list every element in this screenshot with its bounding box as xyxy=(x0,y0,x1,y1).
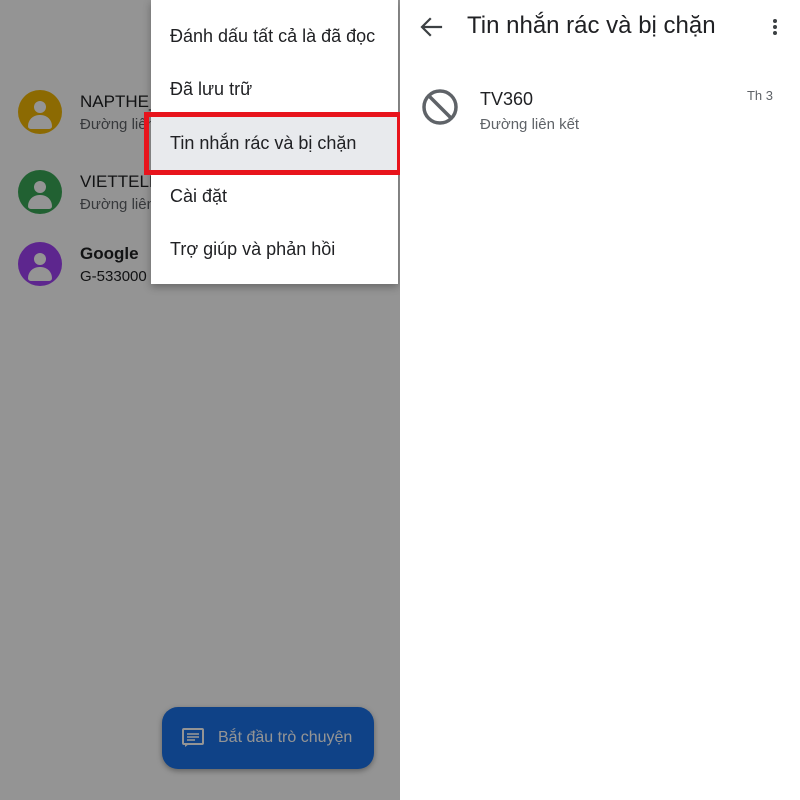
menu-item-label: Đánh dấu tất cả là đã đọc xyxy=(170,26,376,46)
menu-item-archived[interactable]: Đã lưu trữ xyxy=(151,63,398,116)
more-vert-icon[interactable] xyxy=(764,12,786,42)
menu-item-label: Trợ giúp và phản hồi xyxy=(170,239,336,259)
conversation-name: TV360 xyxy=(480,89,534,109)
menu-item-label: Đã lưu trữ xyxy=(170,79,253,99)
menu-item-label: Cài đặt xyxy=(170,186,228,206)
menu-item-help-feedback[interactable]: Trợ giúp và phản hồi xyxy=(151,223,398,276)
conversation-snippet: Đường liên kết xyxy=(480,116,580,133)
page-title: Tin nhắn rác và bị chặn xyxy=(467,12,716,39)
conversation-list-pane: NAPTHE_ Đường liên VIETTELF Đường liên G… xyxy=(0,0,400,800)
conversation-date: Th 3 xyxy=(746,88,773,103)
spam-conversation-item[interactable]: TV360 Đường liên kết Th 3 xyxy=(400,80,800,140)
block-icon xyxy=(422,89,458,125)
menu-item-mark-all-read[interactable]: Đánh dấu tất cả là đã đọc xyxy=(151,10,398,63)
menu-item-settings[interactable]: Cài đặt xyxy=(151,170,398,223)
spam-blocked-screen: Tin nhắn rác và bị chặn TV360 Đường liên… xyxy=(400,0,800,800)
arrow-back-icon[interactable] xyxy=(416,12,446,42)
highlight-annotation xyxy=(144,112,400,175)
